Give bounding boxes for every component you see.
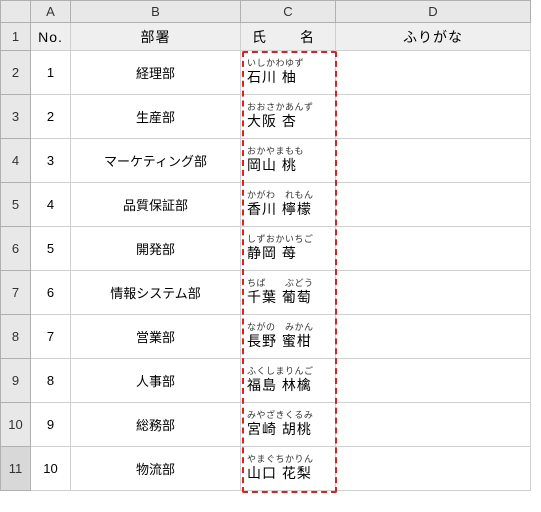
cell-dept[interactable]: 生産部 bbox=[71, 95, 241, 139]
name-kanji: 千葉 葡萄 bbox=[247, 289, 335, 306]
table-row: 10 9 総務部 みやざきくるみ 宮崎 胡桃 bbox=[1, 403, 531, 447]
cell-furigana[interactable] bbox=[336, 271, 531, 315]
cell-no[interactable]: 9 bbox=[31, 403, 71, 447]
cell-name[interactable]: ながの みかん 長野 蜜柑 bbox=[241, 315, 336, 359]
cell-name[interactable]: いしかわゆず 石川 柚 bbox=[241, 51, 336, 95]
cell-no[interactable]: 7 bbox=[31, 315, 71, 359]
cell-B1[interactable]: 部署 bbox=[71, 23, 241, 51]
name-kanji: 岡山 桃 bbox=[247, 157, 335, 174]
col-header-C[interactable]: C bbox=[241, 1, 336, 23]
cell-C1[interactable]: 氏 名 bbox=[241, 23, 336, 51]
cell-name[interactable]: しずおかいちご 静岡 苺 bbox=[241, 227, 336, 271]
row-header[interactable]: 1 bbox=[1, 23, 31, 51]
table-row: 3 2 生産部 おおさかあんず 大阪 杏 bbox=[1, 95, 531, 139]
table-row: 2 1 経理部 いしかわゆず 石川 柚 bbox=[1, 51, 531, 95]
cell-furigana[interactable] bbox=[336, 95, 531, 139]
name-kanji: 大阪 杏 bbox=[247, 113, 335, 130]
cell-no[interactable]: 3 bbox=[31, 139, 71, 183]
cell-dept[interactable]: マーケティング部 bbox=[71, 139, 241, 183]
name-kanji: 静岡 苺 bbox=[247, 245, 335, 262]
name-kanji: 香川 檸檬 bbox=[247, 201, 335, 218]
cell-no[interactable]: 2 bbox=[31, 95, 71, 139]
cell-A1[interactable]: No. bbox=[31, 23, 71, 51]
cell-dept[interactable]: 総務部 bbox=[71, 403, 241, 447]
cell-dept[interactable]: 営業部 bbox=[71, 315, 241, 359]
cell-furigana[interactable] bbox=[336, 315, 531, 359]
cell-no[interactable]: 5 bbox=[31, 227, 71, 271]
cell-name[interactable]: かがわ れもん 香川 檸檬 bbox=[241, 183, 336, 227]
spreadsheet: A B C D 1 No. 部署 氏 名 ふりがな 2 1 経理部 いしかわゆず… bbox=[0, 0, 531, 491]
phonetic-ruby: ふくしまりんご bbox=[247, 367, 335, 376]
table-row: 5 4 品質保証部 かがわ れもん 香川 檸檬 bbox=[1, 183, 531, 227]
row-header[interactable]: 7 bbox=[1, 271, 31, 315]
cell-furigana[interactable] bbox=[336, 51, 531, 95]
cell-dept[interactable]: 人事部 bbox=[71, 359, 241, 403]
name-kanji: 長野 蜜柑 bbox=[247, 333, 335, 350]
row-header[interactable]: 9 bbox=[1, 359, 31, 403]
row-header[interactable]: 2 bbox=[1, 51, 31, 95]
phonetic-ruby: ちば ぶどう bbox=[247, 279, 335, 288]
row-header[interactable]: 11 bbox=[1, 447, 31, 491]
cell-furigana[interactable] bbox=[336, 227, 531, 271]
phonetic-ruby: かがわ れもん bbox=[247, 191, 335, 200]
phonetic-ruby: おおさかあんず bbox=[247, 103, 335, 112]
row-header[interactable]: 4 bbox=[1, 139, 31, 183]
cell-name[interactable]: おおさかあんず 大阪 杏 bbox=[241, 95, 336, 139]
table-row: 7 6 情報システム部 ちば ぶどう 千葉 葡萄 bbox=[1, 271, 531, 315]
name-kanji: 福島 林檎 bbox=[247, 377, 335, 394]
table-row: 11 10 物流部 やまぐちかりん 山口 花梨 bbox=[1, 447, 531, 491]
cell-no[interactable]: 10 bbox=[31, 447, 71, 491]
cell-dept[interactable]: 物流部 bbox=[71, 447, 241, 491]
name-kanji: 宮崎 胡桃 bbox=[247, 421, 335, 438]
cell-name[interactable]: みやざきくるみ 宮崎 胡桃 bbox=[241, 403, 336, 447]
name-kanji: 山口 花梨 bbox=[247, 465, 335, 482]
cell-no[interactable]: 6 bbox=[31, 271, 71, 315]
phonetic-ruby: みやざきくるみ bbox=[247, 411, 335, 420]
cell-dept[interactable]: 経理部 bbox=[71, 51, 241, 95]
table-row: 6 5 開発部 しずおかいちご 静岡 苺 bbox=[1, 227, 531, 271]
column-header-row: A B C D bbox=[1, 1, 531, 23]
table-row: 1 No. 部署 氏 名 ふりがな bbox=[1, 23, 531, 51]
name-kanji: 石川 柚 bbox=[247, 69, 335, 86]
cell-D1[interactable]: ふりがな bbox=[336, 23, 531, 51]
phonetic-ruby: おかやまもも bbox=[247, 147, 335, 156]
col-header-D[interactable]: D bbox=[336, 1, 531, 23]
phonetic-ruby: いしかわゆず bbox=[247, 59, 335, 68]
table-row: 4 3 マーケティング部 おかやまもも 岡山 桃 bbox=[1, 139, 531, 183]
cell-dept[interactable]: 開発部 bbox=[71, 227, 241, 271]
row-header[interactable]: 8 bbox=[1, 315, 31, 359]
phonetic-ruby: ながの みかん bbox=[247, 323, 335, 332]
cell-no[interactable]: 4 bbox=[31, 183, 71, 227]
cell-furigana[interactable] bbox=[336, 359, 531, 403]
col-header-A[interactable]: A bbox=[31, 1, 71, 23]
cell-no[interactable]: 1 bbox=[31, 51, 71, 95]
cell-furigana[interactable] bbox=[336, 183, 531, 227]
cell-name[interactable]: やまぐちかりん 山口 花梨 bbox=[241, 447, 336, 491]
cell-furigana[interactable] bbox=[336, 447, 531, 491]
table-row: 8 7 営業部 ながの みかん 長野 蜜柑 bbox=[1, 315, 531, 359]
cell-name[interactable]: ふくしまりんご 福島 林檎 bbox=[241, 359, 336, 403]
row-header[interactable]: 3 bbox=[1, 95, 31, 139]
cell-furigana[interactable] bbox=[336, 139, 531, 183]
cell-name[interactable]: おかやまもも 岡山 桃 bbox=[241, 139, 336, 183]
row-header[interactable]: 6 bbox=[1, 227, 31, 271]
cell-dept[interactable]: 品質保証部 bbox=[71, 183, 241, 227]
cell-name[interactable]: ちば ぶどう 千葉 葡萄 bbox=[241, 271, 336, 315]
cell-no[interactable]: 8 bbox=[31, 359, 71, 403]
col-header-B[interactable]: B bbox=[71, 1, 241, 23]
cell-furigana[interactable] bbox=[336, 403, 531, 447]
phonetic-ruby: しずおかいちご bbox=[247, 235, 335, 244]
cell-dept[interactable]: 情報システム部 bbox=[71, 271, 241, 315]
row-header[interactable]: 5 bbox=[1, 183, 31, 227]
phonetic-ruby: やまぐちかりん bbox=[247, 455, 335, 464]
select-all-corner[interactable] bbox=[1, 1, 31, 23]
table-row: 9 8 人事部 ふくしまりんご 福島 林檎 bbox=[1, 359, 531, 403]
row-header[interactable]: 10 bbox=[1, 403, 31, 447]
